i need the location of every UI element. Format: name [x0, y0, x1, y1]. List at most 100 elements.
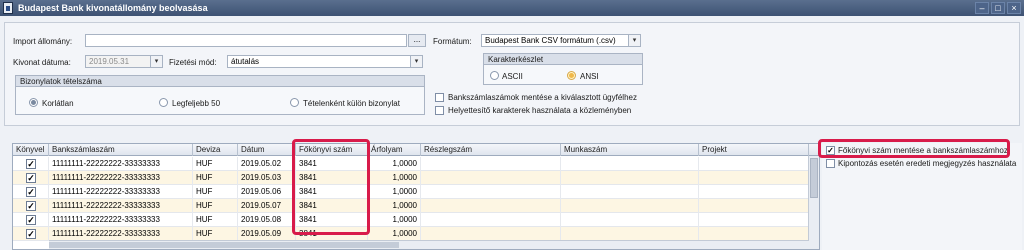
- account-cell[interactable]: 11111111-22222222-33333333: [49, 227, 193, 241]
- empty-cell[interactable]: [699, 185, 809, 199]
- date-cell[interactable]: 2019.05.02: [238, 157, 296, 171]
- payment-method-select[interactable]: átutalás ▾: [227, 55, 423, 68]
- maximize-button[interactable]: □: [991, 2, 1005, 14]
- empty-cell[interactable]: [699, 227, 809, 241]
- rate-cell[interactable]: 1,0000: [368, 171, 421, 185]
- import-file-label: Import állomány:: [13, 37, 73, 46]
- date-cell[interactable]: 2019.05.09: [238, 227, 296, 241]
- rate-cell[interactable]: 1,0000: [368, 227, 421, 241]
- empty-cell[interactable]: [699, 213, 809, 227]
- empty-cell[interactable]: [699, 157, 809, 171]
- format-value: Budapest Bank CSV formátum (.csv): [485, 36, 616, 45]
- empty-cell[interactable]: [561, 227, 699, 241]
- col-account[interactable]: Bankszámlaszám: [49, 144, 193, 156]
- side-options-panel: ✓ Főkönyvi szám mentése a bankszámlaszám…: [822, 143, 1022, 250]
- currency-cell[interactable]: HUF: [193, 199, 238, 213]
- table-row[interactable]: ✓ 11111111-22222222-33333333 HUF 2019.05.08…: [13, 213, 809, 227]
- empty-cell[interactable]: [421, 185, 561, 199]
- date-cell[interactable]: 2019.05.08: [238, 213, 296, 227]
- col-currency[interactable]: Deviza: [193, 144, 238, 156]
- grid-vertical-scrollbar[interactable]: [808, 156, 819, 249]
- replacement-chars-label: Helyettesítő karakterek használata a köz…: [448, 106, 632, 115]
- post-cell: ✓: [13, 213, 49, 227]
- radio-unlimited-label: Korlátlan: [42, 99, 74, 108]
- empty-cell[interactable]: [561, 171, 699, 185]
- empty-cell[interactable]: [561, 185, 699, 199]
- account-cell[interactable]: 11111111-22222222-33333333: [49, 213, 193, 227]
- currency-cell[interactable]: HUF: [193, 185, 238, 199]
- post-checkbox[interactable]: ✓: [26, 159, 36, 169]
- col-department[interactable]: Részlegszám: [421, 144, 561, 156]
- post-checkbox[interactable]: ✓: [26, 215, 36, 225]
- empty-cell[interactable]: [421, 157, 561, 171]
- import-file-input[interactable]: [85, 34, 407, 47]
- col-rate[interactable]: Árfolyam: [368, 144, 421, 156]
- empty-cell[interactable]: [421, 199, 561, 213]
- account-cell[interactable]: 11111111-22222222-33333333: [49, 157, 193, 171]
- browse-button[interactable]: ...: [408, 34, 426, 47]
- empty-cell[interactable]: [561, 157, 699, 171]
- date-cell[interactable]: 2019.05.06: [238, 185, 296, 199]
- empty-cell[interactable]: [421, 171, 561, 185]
- empty-cell[interactable]: [421, 227, 561, 241]
- date-cell[interactable]: 2019.05.03: [238, 171, 296, 185]
- minimize-button[interactable]: –: [975, 2, 989, 14]
- currency-cell[interactable]: HUF: [193, 171, 238, 185]
- table-row[interactable]: ✓ 11111111-22222222-33333333 HUF 2019.05.03…: [13, 171, 809, 185]
- replacement-chars-checkbox[interactable]: [435, 106, 444, 115]
- radio-ansi[interactable]: [567, 71, 576, 80]
- rate-cell[interactable]: 1,0000: [368, 157, 421, 171]
- scroll-thumb[interactable]: [810, 158, 818, 198]
- radio-max-50[interactable]: [159, 98, 168, 107]
- chevron-down-icon: ▾: [410, 56, 422, 67]
- empty-cell[interactable]: [699, 171, 809, 185]
- empty-cell[interactable]: [561, 213, 699, 227]
- table-row[interactable]: ✓ 11111111-22222222-33333333 HUF 2019.05.06…: [13, 185, 809, 199]
- chevron-down-icon: ▾: [628, 35, 640, 46]
- col-job[interactable]: Munkaszám: [561, 144, 699, 156]
- document-count-title: Bizonylatok tételszáma: [16, 76, 424, 87]
- central-note-label: Kipontozás esetén eredeti megjegyzés has…: [838, 159, 1017, 168]
- post-checkbox[interactable]: ✓: [26, 229, 36, 239]
- payment-method-value: átutalás: [231, 57, 260, 66]
- table-row[interactable]: ✓ 11111111-22222222-33333333 HUF 2019.05.09…: [13, 227, 809, 241]
- save-accounts-checkbox[interactable]: [435, 93, 444, 102]
- grid-header: Könyvel Bankszámlaszám Deviza Dátum Főkö…: [13, 144, 819, 156]
- central-note-checkbox[interactable]: [826, 159, 835, 168]
- post-cell: ✓: [13, 171, 49, 185]
- empty-cell[interactable]: [699, 199, 809, 213]
- radio-ascii[interactable]: [490, 71, 499, 80]
- radio-per-item[interactable]: [290, 98, 299, 107]
- charset-title: Karakterkészlet: [484, 54, 642, 65]
- post-cell: ✓: [13, 157, 49, 171]
- currency-cell[interactable]: HUF: [193, 227, 238, 241]
- chevron-down-icon: ▾: [150, 56, 162, 67]
- currency-cell[interactable]: HUF: [193, 157, 238, 171]
- post-checkbox[interactable]: ✓: [26, 173, 36, 183]
- col-project[interactable]: Projekt: [699, 144, 809, 156]
- rate-cell[interactable]: 1,0000: [368, 213, 421, 227]
- radio-unlimited[interactable]: [29, 98, 38, 107]
- col-date[interactable]: Dátum: [238, 144, 296, 156]
- rate-cell[interactable]: 1,0000: [368, 185, 421, 199]
- empty-cell[interactable]: [421, 213, 561, 227]
- table-row[interactable]: ✓ 11111111-22222222-33333333 HUF 2019.05.07…: [13, 199, 809, 213]
- rate-cell[interactable]: 1,0000: [368, 199, 421, 213]
- empty-cell[interactable]: [561, 199, 699, 213]
- close-button[interactable]: ×: [1007, 2, 1021, 14]
- col-post[interactable]: Könyvel: [13, 144, 49, 156]
- grid-horizontal-scrollbar[interactable]: [49, 240, 809, 249]
- post-checkbox[interactable]: ✓: [26, 201, 36, 211]
- statement-grid: Könyvel Bankszámlaszám Deviza Dátum Főkö…: [12, 143, 820, 250]
- import-settings-panel: Import állomány: ... Kivonat dátuma: 201…: [4, 22, 1020, 126]
- account-cell[interactable]: 11111111-22222222-33333333: [49, 199, 193, 213]
- post-checkbox[interactable]: ✓: [26, 187, 36, 197]
- currency-cell[interactable]: HUF: [193, 213, 238, 227]
- account-cell[interactable]: 11111111-22222222-33333333: [49, 171, 193, 185]
- account-cell[interactable]: 11111111-22222222-33333333: [49, 185, 193, 199]
- date-cell[interactable]: 2019.05.07: [238, 199, 296, 213]
- statement-date-field: 2019.05.31 ▾: [85, 55, 163, 68]
- format-select[interactable]: Budapest Bank CSV formátum (.csv) ▾: [481, 34, 641, 47]
- scroll-thumb[interactable]: [49, 242, 399, 248]
- table-row[interactable]: ✓ 11111111-22222222-33333333 HUF 2019.05.02…: [13, 157, 809, 171]
